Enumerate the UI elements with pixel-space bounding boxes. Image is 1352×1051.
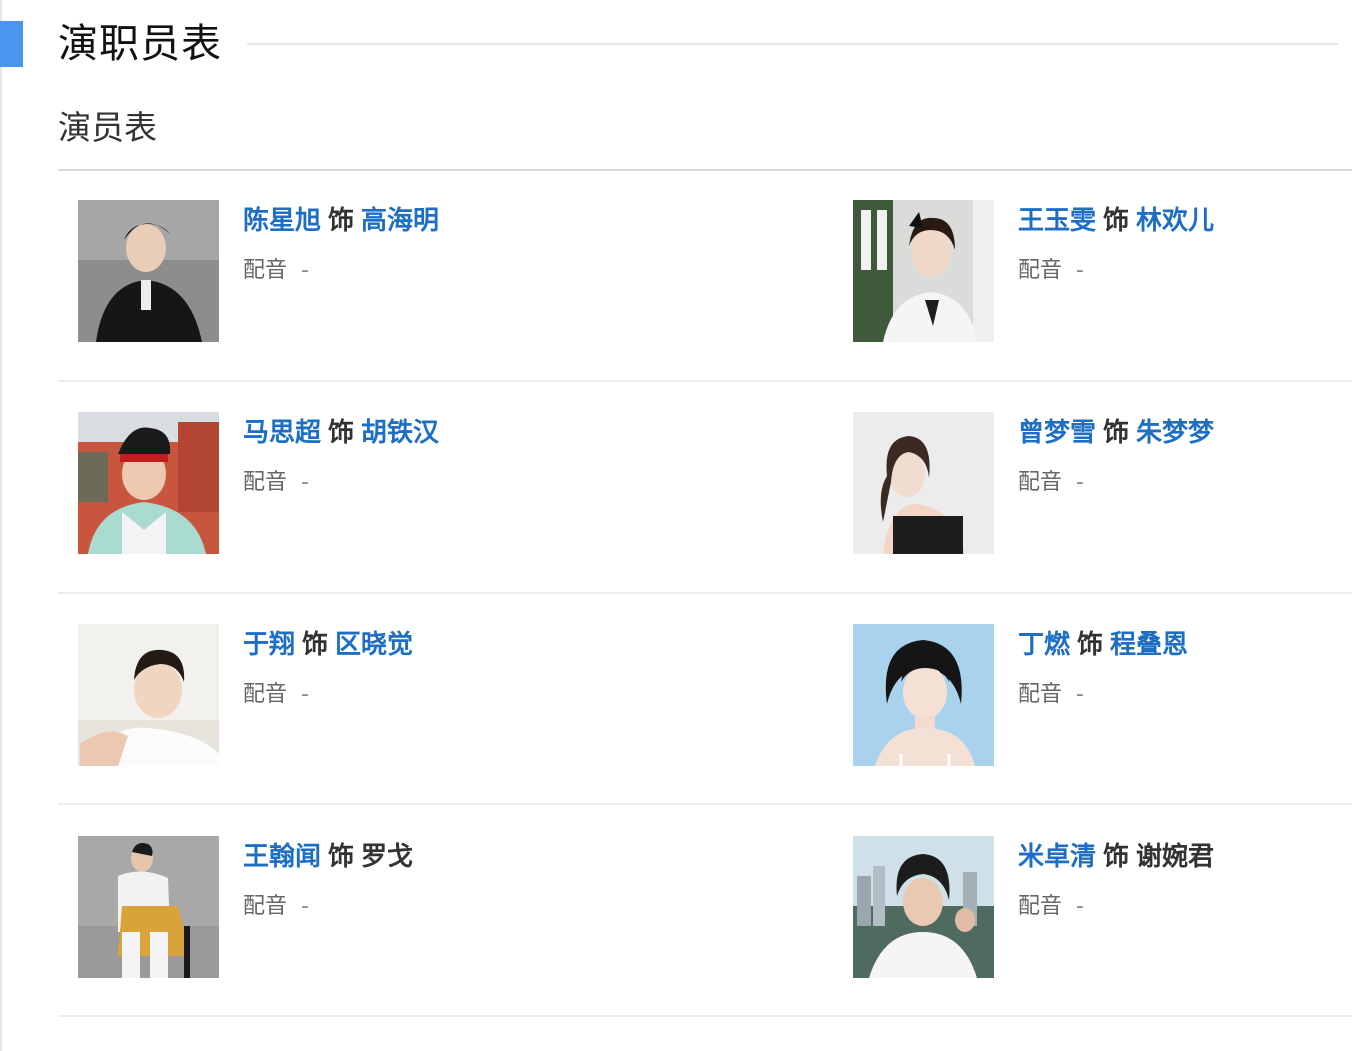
voice-label: 配音 xyxy=(1018,682,1063,707)
voice-actor-line: 配音 - xyxy=(1018,255,1084,287)
cast-item: 王玉雯饰林欢儿 配音 - xyxy=(853,200,1352,342)
row-divider xyxy=(58,380,1352,382)
actor-role-line: 陈星旭饰高海明 xyxy=(243,202,439,240)
actor-name-link[interactable]: 王玉雯 xyxy=(1018,206,1096,236)
cast-item: 米卓清饰谢婉君 配音 - xyxy=(853,836,1352,978)
actor-name-link[interactable]: 丁燃 xyxy=(1018,630,1070,660)
as-label: 饰 xyxy=(328,842,355,872)
row-divider xyxy=(58,803,1352,805)
actor-photo-image xyxy=(853,412,994,554)
actor-photo[interactable] xyxy=(78,624,219,766)
row-divider xyxy=(58,592,1352,594)
actor-role-line: 米卓清饰谢婉君 xyxy=(1018,838,1214,876)
voice-label: 配音 xyxy=(243,682,288,707)
voice-value: - xyxy=(301,682,309,707)
voice-label: 配音 xyxy=(243,894,288,919)
as-label: 饰 xyxy=(328,206,355,236)
actor-photo[interactable] xyxy=(78,200,219,342)
subtitle-divider xyxy=(58,169,1352,171)
voice-label: 配音 xyxy=(1018,470,1063,495)
title-divider xyxy=(247,43,1338,45)
actor-role-line: 王翰闻饰罗戈 xyxy=(243,838,413,876)
section-title: 演职员表 xyxy=(58,21,222,67)
role-name-link[interactable]: 区晓觉 xyxy=(335,630,413,660)
actor-photo-image xyxy=(853,836,994,978)
voice-value: - xyxy=(1076,682,1084,707)
actor-photo[interactable] xyxy=(78,836,219,978)
actor-name-link[interactable]: 曾梦雪 xyxy=(1018,418,1096,448)
cast-list-page: 演职员表 演员表 陈星旭饰高海明 配音 - 王玉雯 饰 林欢儿 配音 - 马思超… xyxy=(0,0,1352,1051)
as-label: 饰 xyxy=(302,630,329,660)
actor-photo-image xyxy=(78,200,219,342)
actor-role-line: 马思超饰胡铁汉 xyxy=(243,414,439,452)
actor-photo[interactable] xyxy=(853,624,994,766)
cast-item: 于翔饰区晓觉 配音 - xyxy=(78,624,698,766)
actor-role-line: 于翔饰区晓觉 xyxy=(243,626,413,664)
actor-photo[interactable] xyxy=(78,412,219,554)
as-label: 饰 xyxy=(1103,418,1130,448)
role-name-link[interactable]: 朱梦梦 xyxy=(1136,418,1214,448)
actor-role-line: 王玉雯饰林欢儿 xyxy=(1018,202,1214,240)
actor-photo-image xyxy=(853,624,994,766)
voice-actor-line: 配音 - xyxy=(243,467,309,499)
voice-value: - xyxy=(1076,258,1084,283)
actor-name-link[interactable]: 于翔 xyxy=(243,630,295,660)
voice-value: - xyxy=(301,894,309,919)
voice-actor-line: 配音 - xyxy=(243,891,309,923)
voice-actor-line: 配音 - xyxy=(243,255,309,287)
cast-item: 王翰闻饰罗戈 配音 - xyxy=(78,836,698,978)
role-name-link[interactable]: 林欢儿 xyxy=(1136,206,1214,236)
voice-value: - xyxy=(1076,470,1084,495)
actor-name-link[interactable]: 马思超 xyxy=(243,418,321,448)
actor-photo-image xyxy=(78,412,219,554)
cast-item: 陈星旭饰高海明 配音 - xyxy=(78,200,698,342)
role-name: 谢婉君 xyxy=(1136,842,1215,872)
section-accent-bar xyxy=(0,21,23,67)
voice-actor-line: 配音 - xyxy=(1018,467,1084,499)
role-name: 罗戈 xyxy=(361,842,414,872)
as-label: 饰 xyxy=(1103,206,1130,236)
actor-photo[interactable] xyxy=(853,836,994,978)
cast-item: 曾梦雪饰朱梦梦 配音 - xyxy=(853,412,1352,554)
voice-actor-line: 配音 - xyxy=(243,679,309,711)
voice-actor-line: 配音 - xyxy=(1018,679,1084,711)
voice-label: 配音 xyxy=(1018,258,1063,283)
as-label: 饰 xyxy=(328,418,355,448)
actor-role-line: 丁燃饰程叠恩 xyxy=(1018,626,1188,664)
voice-value: - xyxy=(1076,894,1084,919)
voice-label: 配音 xyxy=(243,470,288,495)
voice-actor-line: 配音 - xyxy=(1018,891,1084,923)
role-name-link[interactable]: 程叠恩 xyxy=(1110,630,1188,660)
as-label: 饰 xyxy=(1103,842,1130,872)
actor-photo-image xyxy=(853,200,994,342)
left-divider xyxy=(0,0,2,1051)
actor-photo[interactable] xyxy=(853,412,994,554)
role-name-link[interactable]: 胡铁汉 xyxy=(361,418,439,448)
cast-item: 马思超饰胡铁汉 配音 - xyxy=(78,412,698,554)
as-label: 饰 xyxy=(1077,630,1104,660)
cast-subtitle: 演员表 xyxy=(58,108,157,147)
actor-name-link[interactable]: 陈星旭 xyxy=(243,206,321,236)
voice-label: 配音 xyxy=(1018,894,1063,919)
role-name-link[interactable]: 高海明 xyxy=(361,206,439,236)
voice-value: - xyxy=(301,470,309,495)
actor-photo-image xyxy=(78,836,219,978)
actor-name-link[interactable]: 王翰闻 xyxy=(243,842,321,872)
voice-label: 配音 xyxy=(243,258,288,283)
actor-name-link[interactable]: 米卓清 xyxy=(1018,842,1096,872)
actor-role-line: 曾梦雪饰朱梦梦 xyxy=(1018,414,1214,452)
cast-item: 丁燃饰程叠恩 配音 - xyxy=(853,624,1352,766)
actor-photo-image xyxy=(78,624,219,766)
voice-value: - xyxy=(301,258,309,283)
actor-photo[interactable] xyxy=(853,200,994,342)
row-divider xyxy=(58,1015,1352,1017)
